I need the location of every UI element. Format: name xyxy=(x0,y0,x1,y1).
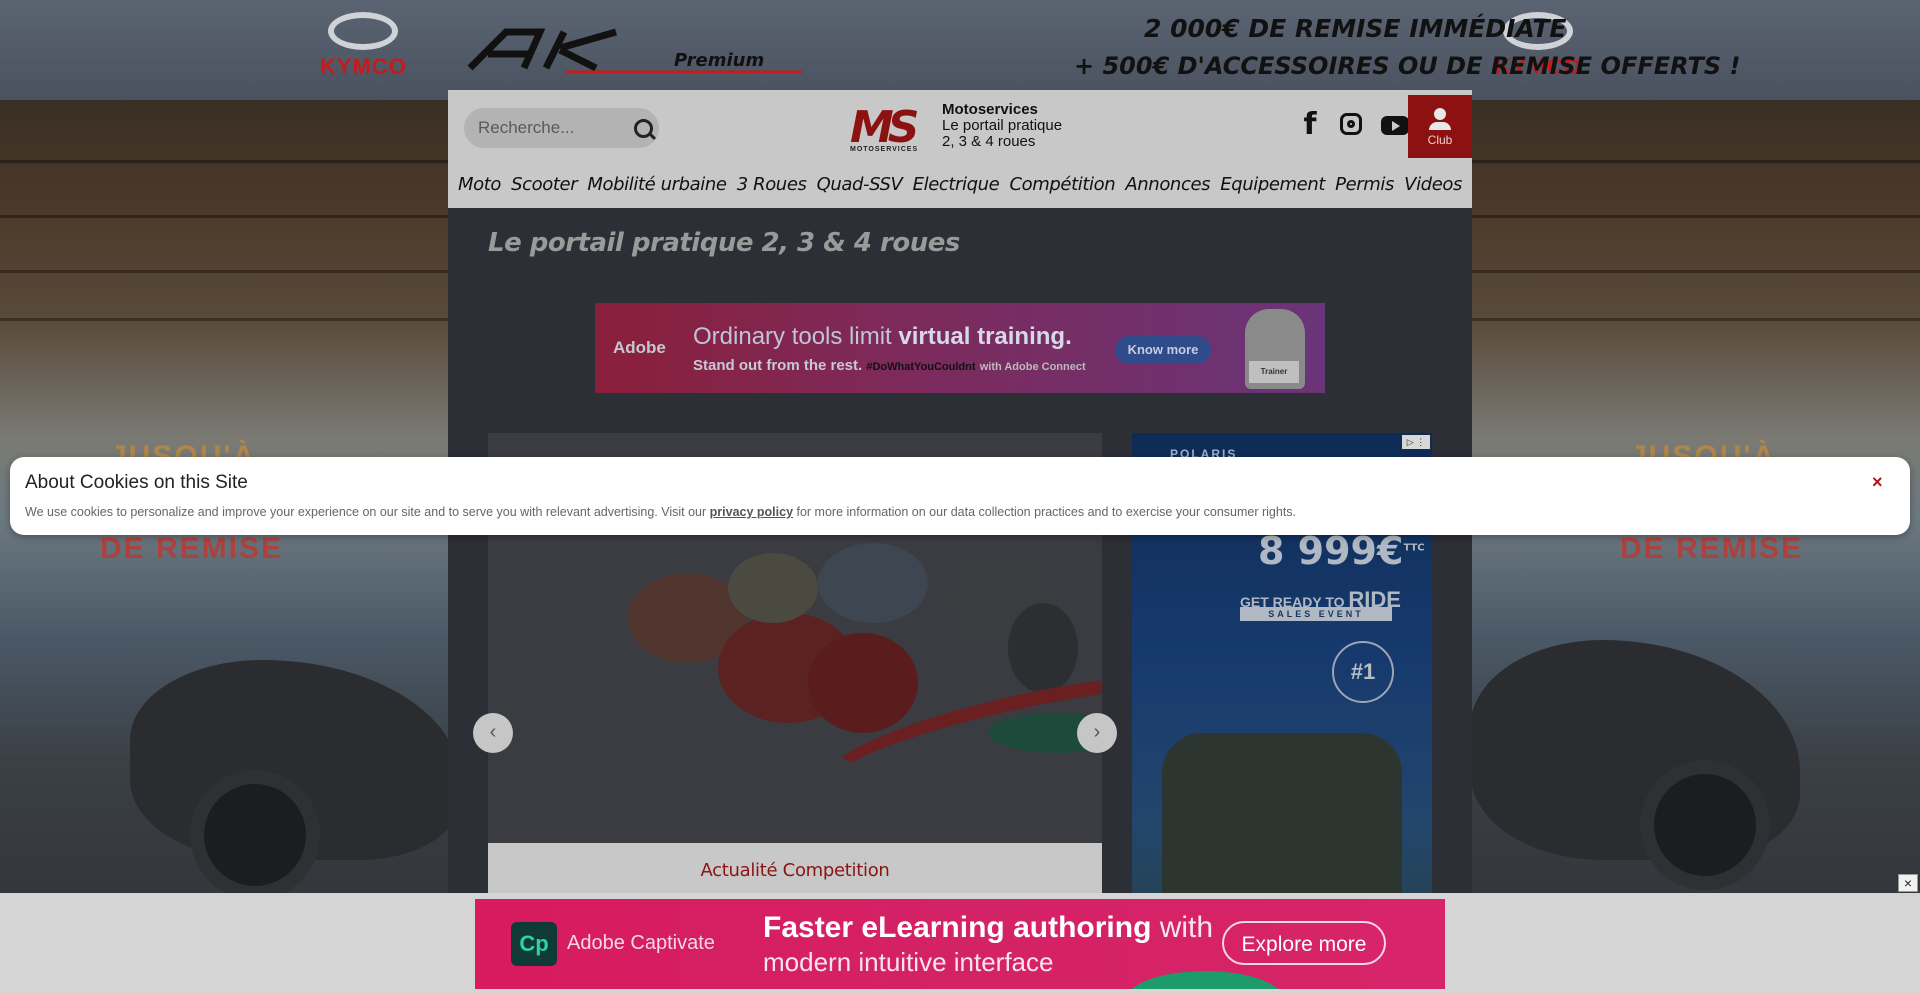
cookie-banner: About Cookies on this Site We use cookie… xyxy=(10,457,1910,535)
search-box xyxy=(464,108,659,148)
nav-item-electrique[interactable]: Electrique xyxy=(913,174,1000,195)
header: MS MOTOSERVICES Motoservices Le portail … xyxy=(448,90,1472,208)
kymco-logo-left[interactable]: KYMCO xyxy=(320,12,407,80)
bottom-ad-close-icon[interactable]: × xyxy=(1898,874,1918,892)
promo-line-1: 2 000€ DE REMISE IMMÉDIATE xyxy=(1144,14,1567,43)
nav-item-scooter[interactable]: Scooter xyxy=(511,174,577,195)
search-input[interactable] xyxy=(464,108,628,148)
club-button[interactable]: Club xyxy=(1408,95,1472,158)
cookie-close-icon[interactable]: × xyxy=(1872,472,1883,493)
slide-category[interactable]: Actualité Competition xyxy=(488,860,1102,881)
page-tagline: Le portail pratique 2, 3 & 4 roues xyxy=(488,228,960,258)
promo-line-2: + 500€ D'ACCESSOIRES OU DE REMISE OFFERT… xyxy=(1074,52,1741,80)
scooter-wheel-right xyxy=(1640,760,1770,890)
nav-item-moto[interactable]: Moto xyxy=(458,174,501,195)
slider-prev-button[interactable]: ‹ xyxy=(473,713,513,753)
cookie-title: About Cookies on this Site xyxy=(25,472,248,493)
nav-item-mobilite-urbaine[interactable]: Mobilité urbaine xyxy=(587,174,727,195)
side-text-left-2: DE REMISE xyxy=(100,532,284,565)
scooter-wheel-left xyxy=(190,770,320,900)
nav-item-competition[interactable]: Compétition xyxy=(1009,174,1115,195)
site-name[interactable]: Motoservices Le portail pratique 2, 3 & … xyxy=(942,102,1062,150)
explore-more-button[interactable]: Explore more xyxy=(1222,921,1386,965)
nav-item-permis[interactable]: Permis xyxy=(1335,174,1394,195)
main-container: MS MOTOSERVICES Motoservices Le portail … xyxy=(448,90,1472,993)
nav-item-quad-ssv[interactable]: Quad-SSV xyxy=(817,174,903,195)
nav-item-annonces[interactable]: Annonces xyxy=(1125,174,1210,195)
nav-item-3-roues[interactable]: 3 Roues xyxy=(737,174,807,195)
know-more-button[interactable]: Know more xyxy=(1115,336,1211,364)
adchoices-icon[interactable]: ▷ ⋮ xyxy=(1402,435,1430,449)
number-one-badge: #1 xyxy=(1332,641,1394,703)
youtube-icon[interactable] xyxy=(1378,108,1412,142)
ak-premium-word: Premium xyxy=(674,50,765,71)
privacy-policy-link[interactable]: privacy policy xyxy=(710,505,793,519)
search-icon[interactable] xyxy=(634,119,653,138)
motoservices-logo[interactable]: MS MOTOSERVICES xyxy=(850,102,938,153)
nav-item-videos[interactable]: Videos xyxy=(1404,174,1462,195)
captivate-logo: Cp xyxy=(511,922,557,966)
adobe-captivate-banner-ad[interactable]: Cp Adobe Captivate Faster eLearning auth… xyxy=(475,899,1445,989)
instagram-icon[interactable] xyxy=(1335,108,1369,142)
user-icon xyxy=(1434,108,1446,120)
side-text-right-2: DE REMISE xyxy=(1620,532,1804,565)
adobe-connect-banner-ad[interactable]: Adobe Ordinary tools limit virtual train… xyxy=(595,303,1325,393)
main-nav: Moto Scooter Mobilité urbaine 3 Roues Qu… xyxy=(448,160,1472,208)
cookie-message: We use cookies to personalize and improv… xyxy=(25,505,1297,519)
facebook-icon[interactable]: f xyxy=(1293,108,1327,142)
slider-next-button[interactable]: › xyxy=(1077,713,1117,753)
nav-item-equipement[interactable]: Equipement xyxy=(1220,174,1325,195)
